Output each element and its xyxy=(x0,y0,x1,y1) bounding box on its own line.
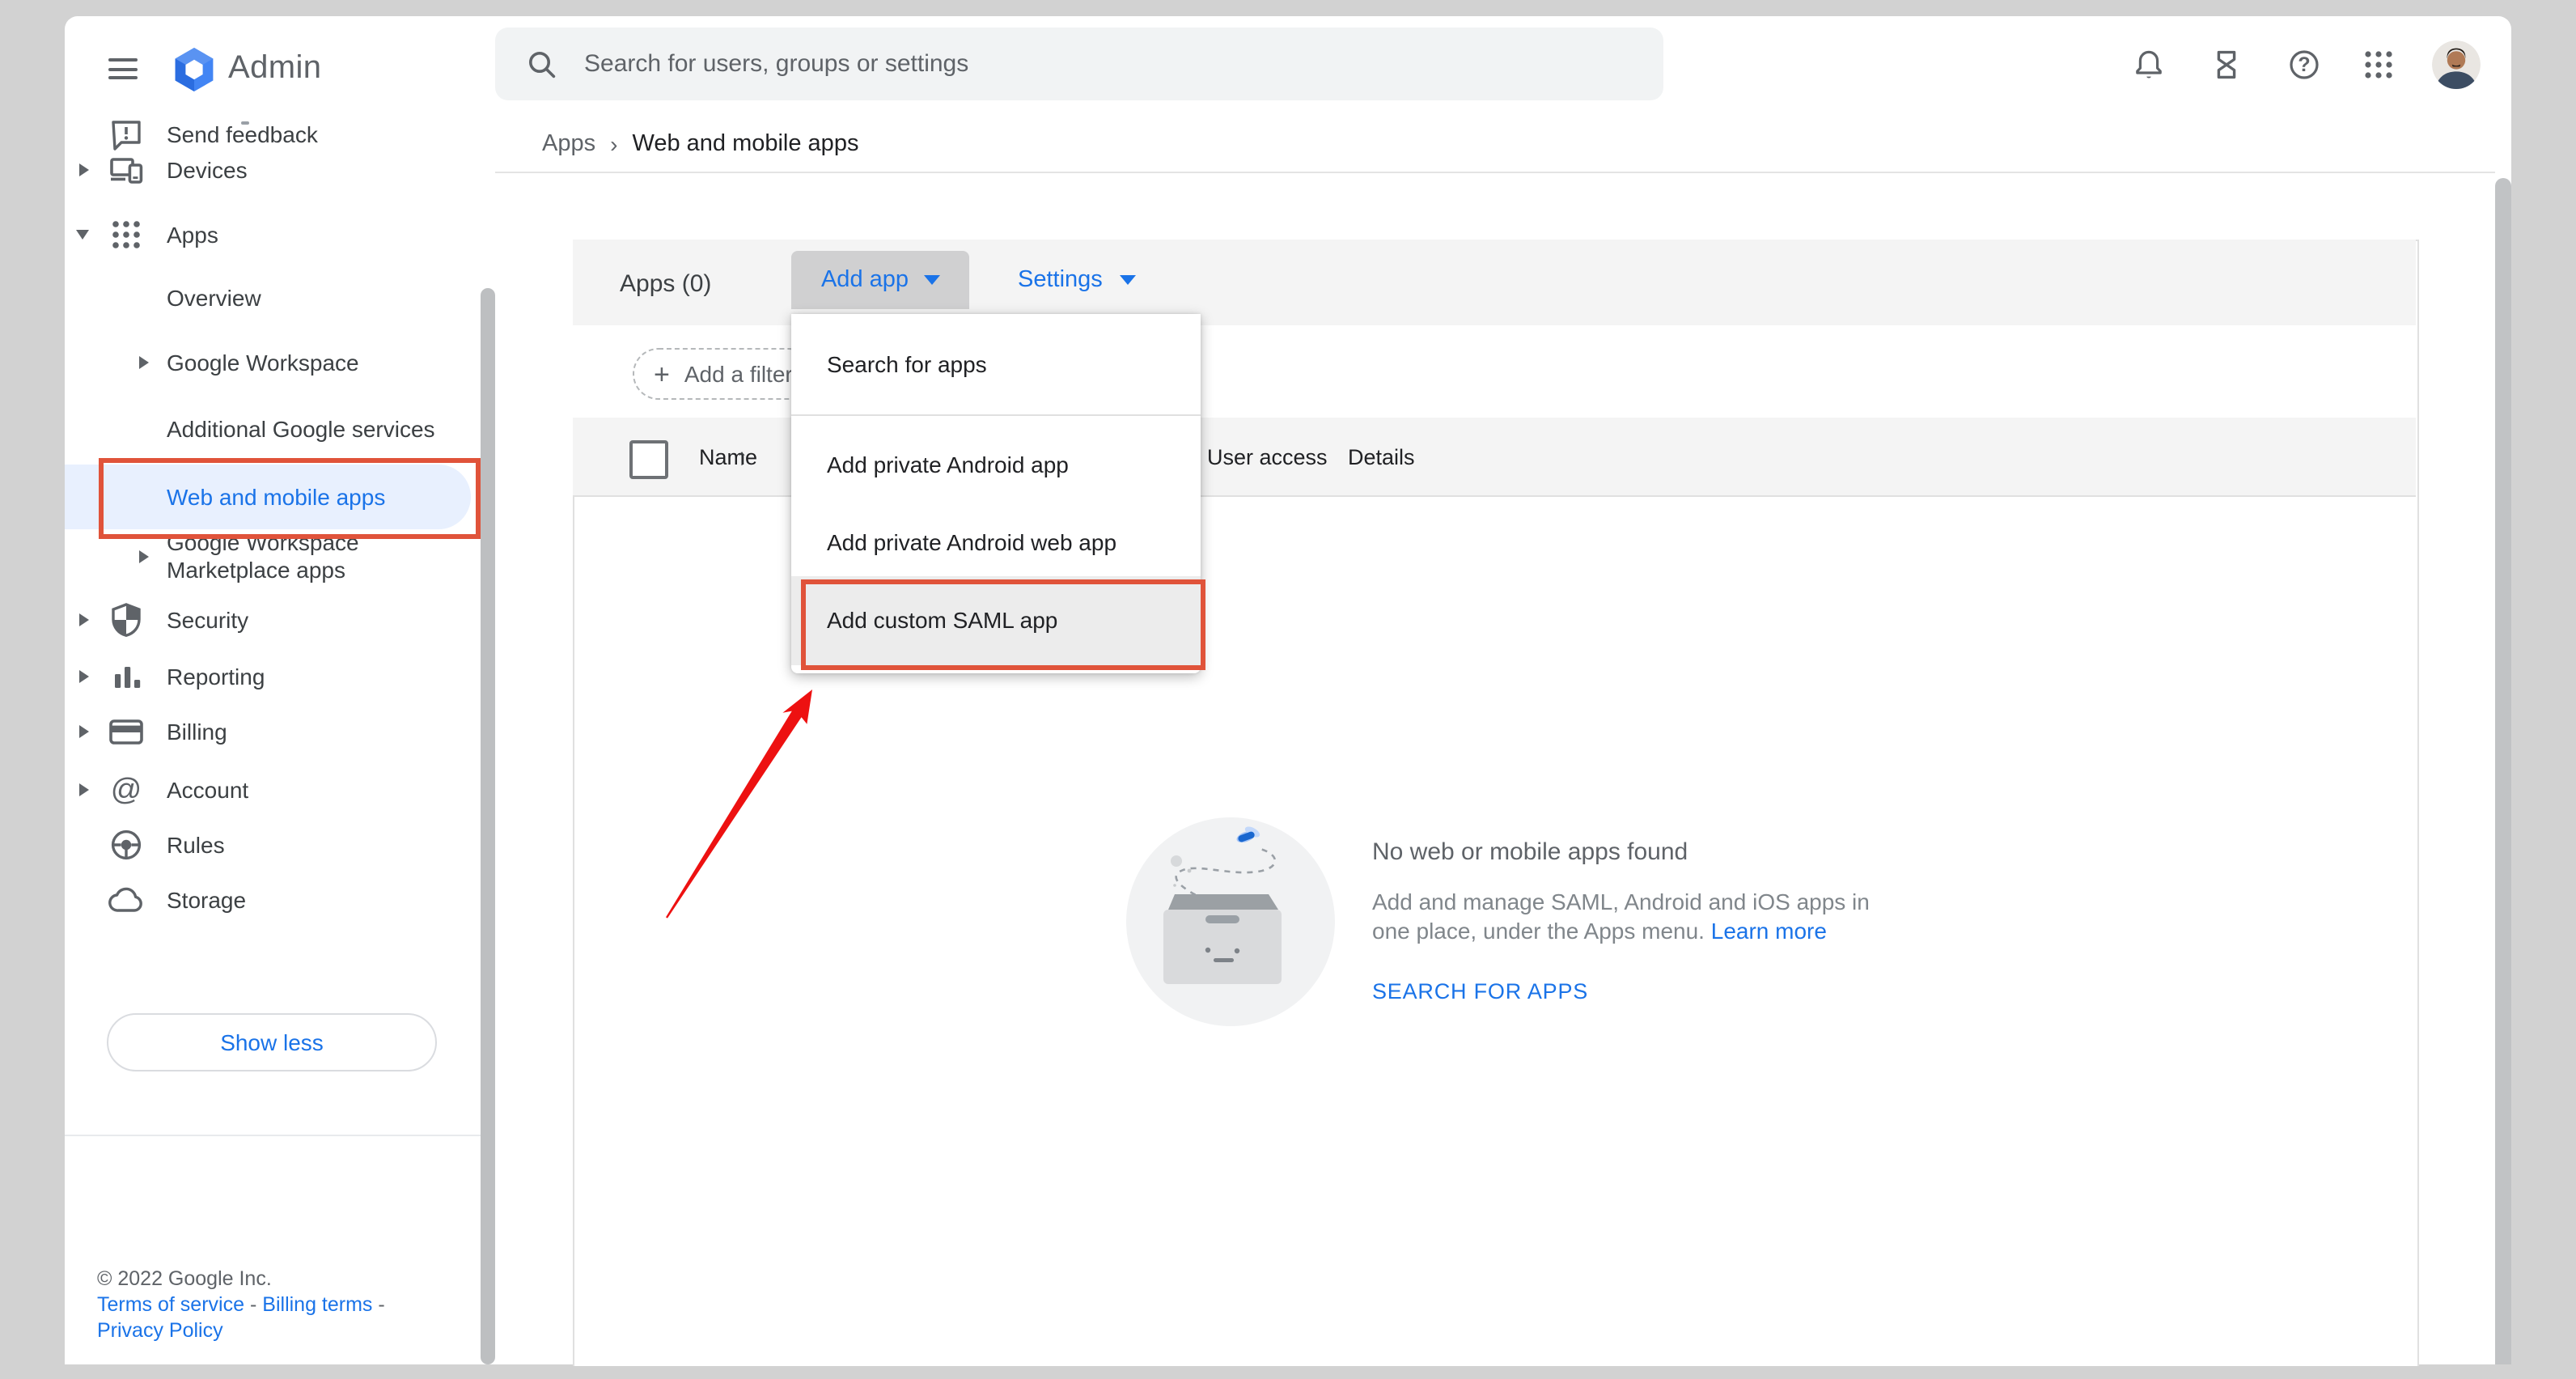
privacy-policy-link[interactable]: Privacy Policy xyxy=(97,1319,223,1342)
steering-wheel-icon xyxy=(108,827,144,863)
menu-divider xyxy=(791,414,1201,416)
sidebar-item-additional-google-services[interactable]: Additional Google services xyxy=(65,401,495,456)
bar-chart-icon xyxy=(108,659,144,694)
page-scrollbar[interactable] xyxy=(2495,178,2511,1364)
sidebar-item-billing[interactable]: Billing xyxy=(65,704,495,759)
sidebar-item-reporting[interactable]: Reporting xyxy=(65,649,495,704)
footer-links-line2: Privacy Policy xyxy=(97,1319,223,1342)
google-admin-logo xyxy=(170,45,218,94)
breadcrumb-separator-icon: › xyxy=(610,131,617,157)
learn-more-link[interactable]: Learn more xyxy=(1711,917,1827,943)
cloud-icon xyxy=(108,882,144,918)
billing-terms-link[interactable]: Billing terms xyxy=(262,1293,372,1316)
admin-console-window: Admin ? xyxy=(65,16,2511,1364)
add-app-label: Add app xyxy=(821,267,909,293)
empty-state-illustration xyxy=(1126,817,1335,1026)
hourglass-icon[interactable] xyxy=(2210,49,2243,81)
sidebar-item-label: Send feedback xyxy=(167,121,318,147)
add-app-button[interactable]: Add app xyxy=(791,251,969,309)
add-filter-button[interactable]: + Add a filter xyxy=(633,348,814,400)
sidebar-item-label: Account xyxy=(167,777,248,803)
menu-item-search-for-apps[interactable]: Search for apps xyxy=(791,325,1236,403)
expand-right-icon[interactable] xyxy=(79,613,89,626)
sort-ascending-icon[interactable]: ↑ xyxy=(736,443,748,469)
expand-right-icon[interactable] xyxy=(79,163,89,176)
collapse-down-icon[interactable] xyxy=(76,230,89,240)
shield-icon xyxy=(108,602,144,638)
help-icon[interactable]: ? xyxy=(2288,49,2320,81)
dropdown-caret-icon xyxy=(923,275,939,285)
header-divider xyxy=(495,172,2495,173)
devices-icon xyxy=(108,152,144,188)
brand-title: Admin xyxy=(228,50,321,87)
sidebar-item-label: Google WorkspaceMarketplace apps xyxy=(167,528,450,585)
settings-button[interactable]: Settings xyxy=(1008,251,1146,309)
sidebar-item-rules[interactable]: Rules xyxy=(65,817,495,872)
menu-item-add-custom-saml-app[interactable]: Add custom SAML app xyxy=(791,581,1236,659)
credit-card-icon xyxy=(108,714,144,749)
breadcrumb-current-page: Web and mobile apps xyxy=(632,131,858,157)
sidebar-item-label: Rules xyxy=(167,832,225,858)
expand-right-icon[interactable] xyxy=(79,725,89,738)
footer-links-line1: Terms of service - Billing terms - xyxy=(97,1293,385,1316)
sidebar-item-account[interactable]: @ Account xyxy=(65,762,495,817)
search-icon xyxy=(527,49,557,78)
sidebar-item-label: Apps xyxy=(167,222,218,248)
plus-icon: + xyxy=(654,360,670,388)
at-sign-icon: @ xyxy=(108,772,144,808)
sidebar-item-security[interactable]: Security xyxy=(65,592,495,647)
feedback-icon xyxy=(108,117,144,152)
menu-item-add-private-android-web-app[interactable]: Add private Android web app xyxy=(791,503,1236,581)
sidebar-item-overview[interactable]: Overview xyxy=(65,270,495,325)
empty-state-body: Add and manage SAML, Android and iOS app… xyxy=(1372,889,1870,945)
help-question-glyph: ? xyxy=(2288,49,2320,81)
menu-item-add-private-android-app[interactable]: Add private Android app xyxy=(791,426,1236,503)
dropdown-caret-icon xyxy=(1121,275,1137,285)
expand-right-icon[interactable] xyxy=(79,670,89,683)
screenshot-frame: Admin ? xyxy=(0,0,2576,1379)
sidebar-item-label: Additional Google services xyxy=(167,416,435,442)
show-less-button[interactable]: Show less xyxy=(107,1013,437,1071)
expand-right-icon[interactable] xyxy=(79,783,89,796)
sidebar-item-apps[interactable]: Apps xyxy=(65,207,495,262)
copyright-text: © 2022 Google Inc. xyxy=(97,1267,272,1290)
sidebar-item-label: Overview xyxy=(167,285,261,311)
sidebar-item-storage[interactable]: Storage xyxy=(65,872,495,927)
account-avatar[interactable] xyxy=(2432,40,2481,89)
apps-count-heading: Apps (0) xyxy=(620,270,711,298)
sidebar-item-google-workspace[interactable]: Google Workspace xyxy=(65,335,495,390)
sidebar-item-label: Security xyxy=(167,607,248,633)
breadcrumb-apps[interactable]: Apps xyxy=(542,131,595,157)
column-header-name[interactable]: Name xyxy=(699,445,757,469)
sidebar-scrollbar[interactable] xyxy=(481,288,495,1364)
sidebar-item-label: Google Workspace xyxy=(167,350,359,376)
search-input[interactable] xyxy=(581,49,1591,79)
global-search[interactable] xyxy=(495,28,1663,100)
empty-state-title: No web or mobile apps found xyxy=(1372,838,1688,866)
menu-hamburger-icon[interactable] xyxy=(108,58,138,79)
notifications-bell-icon[interactable] xyxy=(2133,49,2165,81)
expand-right-icon[interactable] xyxy=(139,356,149,369)
select-all-checkbox[interactable] xyxy=(629,440,668,479)
add-filter-label: Add a filter xyxy=(684,361,793,387)
sidebar-item-label: Reporting xyxy=(167,664,265,690)
column-header-details[interactable]: Details xyxy=(1348,445,1415,469)
breadcrumb: Apps › Web and mobile apps xyxy=(542,129,858,159)
apps-grid-icon xyxy=(108,217,144,252)
sidebar-item-label: Devices xyxy=(167,157,248,183)
sidebar-divider xyxy=(65,1135,495,1136)
expand-right-icon[interactable] xyxy=(139,550,149,563)
sidebar-item-web-and-mobile-apps[interactable]: Web and mobile apps xyxy=(65,469,495,524)
add-app-dropdown-menu: Search for apps Add private Android app … xyxy=(791,314,1201,673)
search-for-apps-button[interactable]: SEARCH FOR APPS xyxy=(1372,979,1588,1003)
sidebar-item-label: Web and mobile apps xyxy=(167,484,385,510)
settings-label: Settings xyxy=(1018,267,1103,293)
google-apps-grid-icon[interactable] xyxy=(2362,49,2395,81)
sidebar-item-label: Billing xyxy=(167,719,227,745)
terms-of-service-link[interactable]: Terms of service xyxy=(97,1293,244,1316)
sidebar-item-label: Storage xyxy=(167,887,246,913)
sidebar-item-marketplace-apps[interactable]: Google WorkspaceMarketplace apps xyxy=(65,528,495,586)
sidebar-nav: Devices Apps Overview Google Works xyxy=(65,107,495,1364)
